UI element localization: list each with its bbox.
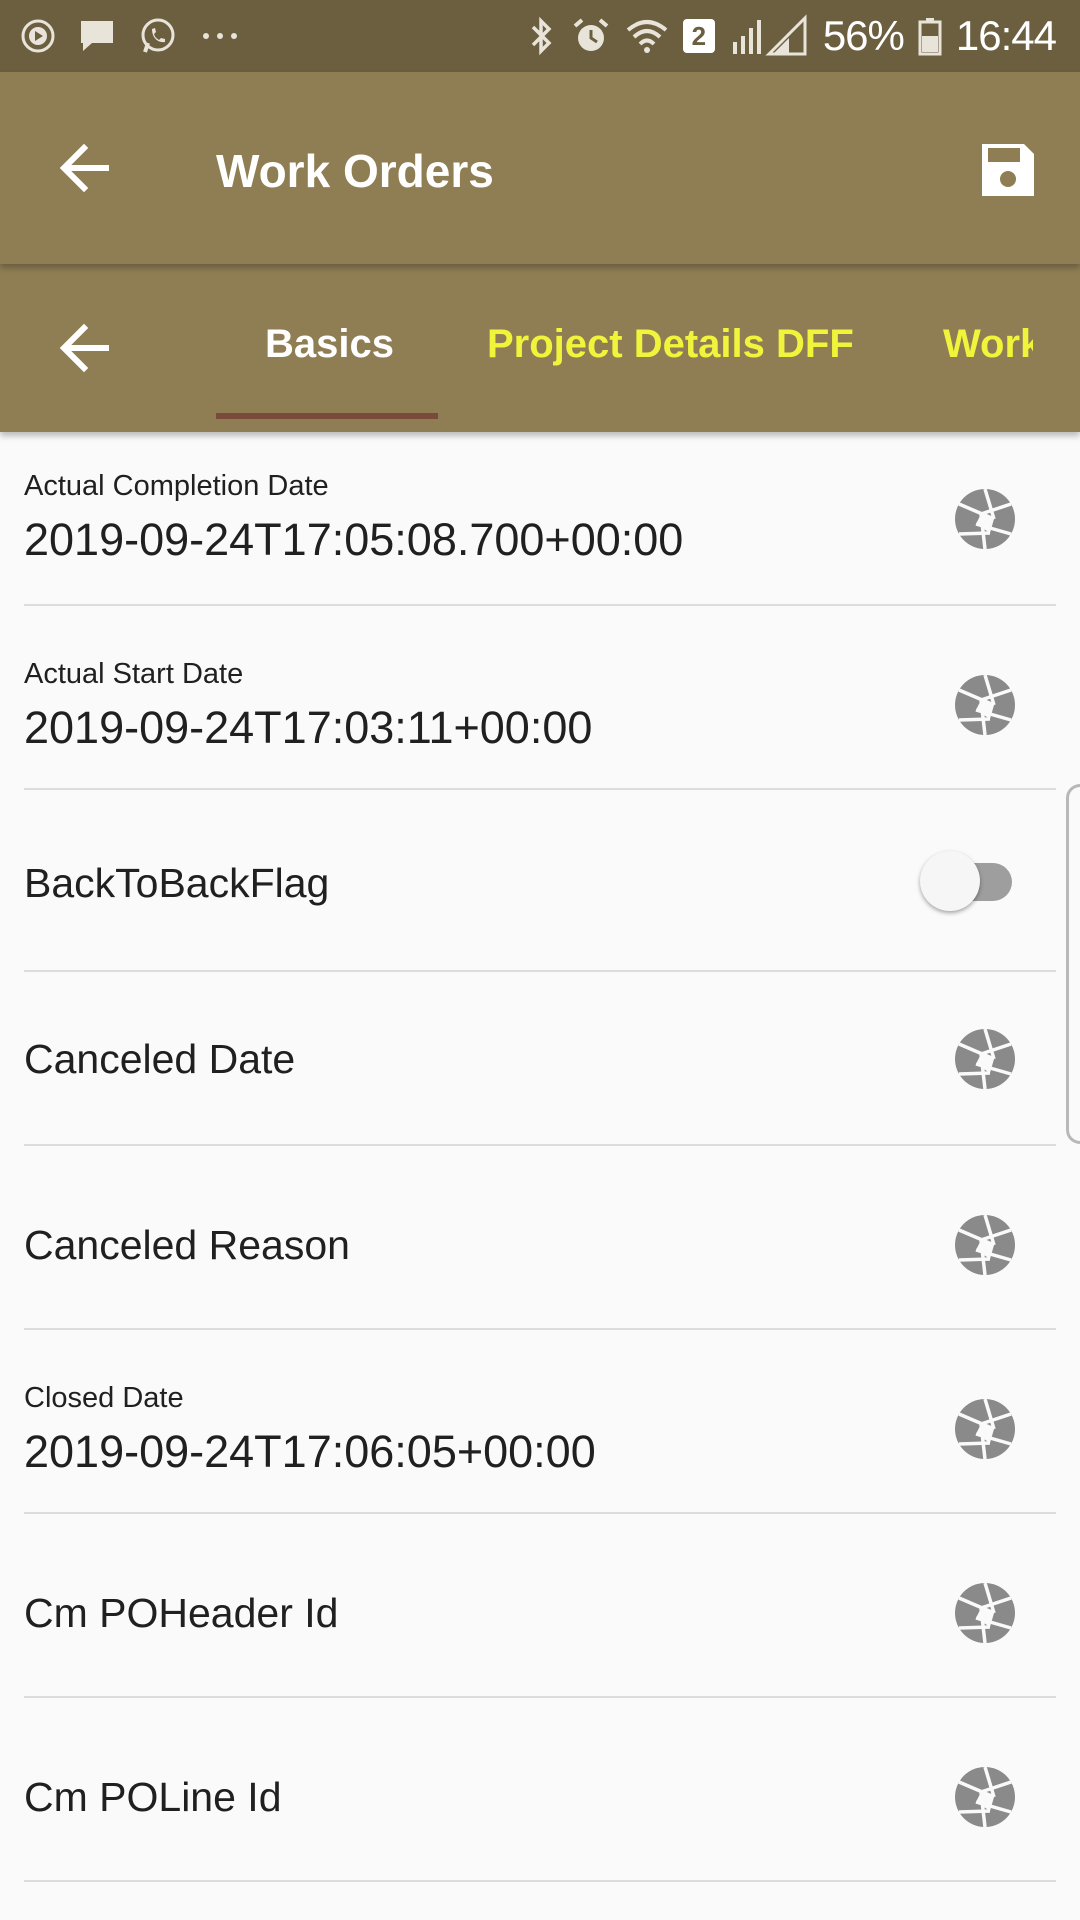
wifi-icon bbox=[626, 20, 668, 53]
status-bar: 2 56% 16:44 bbox=[0, 0, 1080, 72]
page-title: Work Orders bbox=[216, 145, 494, 197]
aperture-icon[interactable] bbox=[954, 1582, 1016, 1644]
field-label: Closed Date bbox=[24, 1382, 184, 1414]
play-circle-icon bbox=[21, 19, 55, 53]
field-label: Cm POHeader Id bbox=[24, 1590, 339, 1636]
aperture-icon[interactable] bbox=[954, 1766, 1016, 1828]
field-label: Actual Start Date bbox=[24, 658, 244, 690]
bluetooth-icon bbox=[531, 16, 552, 56]
list-item[interactable]: BackToBackFlag bbox=[24, 790, 1056, 972]
tab-selected-indicator bbox=[216, 413, 438, 419]
tab-basics[interactable]: Basics bbox=[265, 322, 394, 367]
back-to-back-flag-toggle[interactable] bbox=[900, 846, 1030, 916]
battery-icon bbox=[918, 18, 942, 56]
toggle-thumb bbox=[920, 851, 980, 911]
field-label: Cm POLine Id bbox=[24, 1774, 282, 1820]
status-bar-notifications bbox=[0, 16, 240, 56]
signal-icon bbox=[732, 14, 807, 56]
message-icon bbox=[81, 21, 113, 51]
app-bar: Work Orders bbox=[0, 72, 1080, 264]
battery-percent: 56% bbox=[822, 12, 905, 59]
tab-work[interactable]: Work bbox=[943, 322, 1033, 367]
tab-project-details-dff[interactable]: Project Details DFF bbox=[487, 322, 854, 367]
aperture-icon[interactable] bbox=[954, 1214, 1016, 1276]
field-label: Canceled Date bbox=[24, 1036, 296, 1082]
more-dots-icon bbox=[203, 33, 237, 39]
alarm-icon bbox=[573, 18, 609, 51]
tab-bar: Basics Project Details DFF Work bbox=[0, 264, 1080, 432]
field-label: Canceled Reason bbox=[24, 1222, 350, 1268]
aperture-icon[interactable] bbox=[954, 1398, 1016, 1460]
aperture-icon[interactable] bbox=[954, 1028, 1016, 1090]
edge-panel-handle[interactable] bbox=[1066, 784, 1080, 1144]
aperture-icon[interactable] bbox=[954, 488, 1016, 550]
field-value: 2019-09-24T17:06:05+00:00 bbox=[24, 1426, 596, 1477]
field-label: BackToBackFlag bbox=[24, 860, 330, 906]
list-item[interactable]: Actual Start Date 2019-09-24T17:03:11+00… bbox=[24, 606, 1056, 790]
clock: 16:44 bbox=[955, 12, 1057, 59]
list-item[interactable]: Cm POHeader Id bbox=[24, 1514, 1056, 1698]
list-item[interactable]: Cm POLine Id bbox=[24, 1698, 1056, 1882]
list-item[interactable]: Canceled Date bbox=[24, 972, 1056, 1146]
list-item[interactable]: Canceled Reason bbox=[24, 1146, 1056, 1330]
field-list: Actual Completion Date 2019-09-24T17:05:… bbox=[0, 432, 1080, 1882]
field-value: 2019-09-24T17:03:11+00:00 bbox=[24, 702, 593, 753]
sim-badge: 2 bbox=[682, 19, 715, 53]
field-value: 2019-09-24T17:05:08.700+00:00 bbox=[24, 514, 684, 565]
list-item[interactable]: Closed Date 2019-09-24T17:06:05+00:00 bbox=[24, 1330, 1056, 1514]
aperture-icon[interactable] bbox=[954, 674, 1016, 736]
tab-back-arrow-icon[interactable] bbox=[56, 320, 112, 376]
list-item[interactable]: Actual Completion Date 2019-09-24T17:05:… bbox=[24, 432, 1056, 606]
whatsapp-icon bbox=[141, 18, 175, 53]
status-bar-system: 2 56% 16:44 bbox=[527, 12, 1080, 60]
field-label: Actual Completion Date bbox=[24, 470, 329, 502]
save-icon[interactable] bbox=[978, 140, 1038, 200]
arrow-back-icon[interactable] bbox=[56, 140, 112, 196]
